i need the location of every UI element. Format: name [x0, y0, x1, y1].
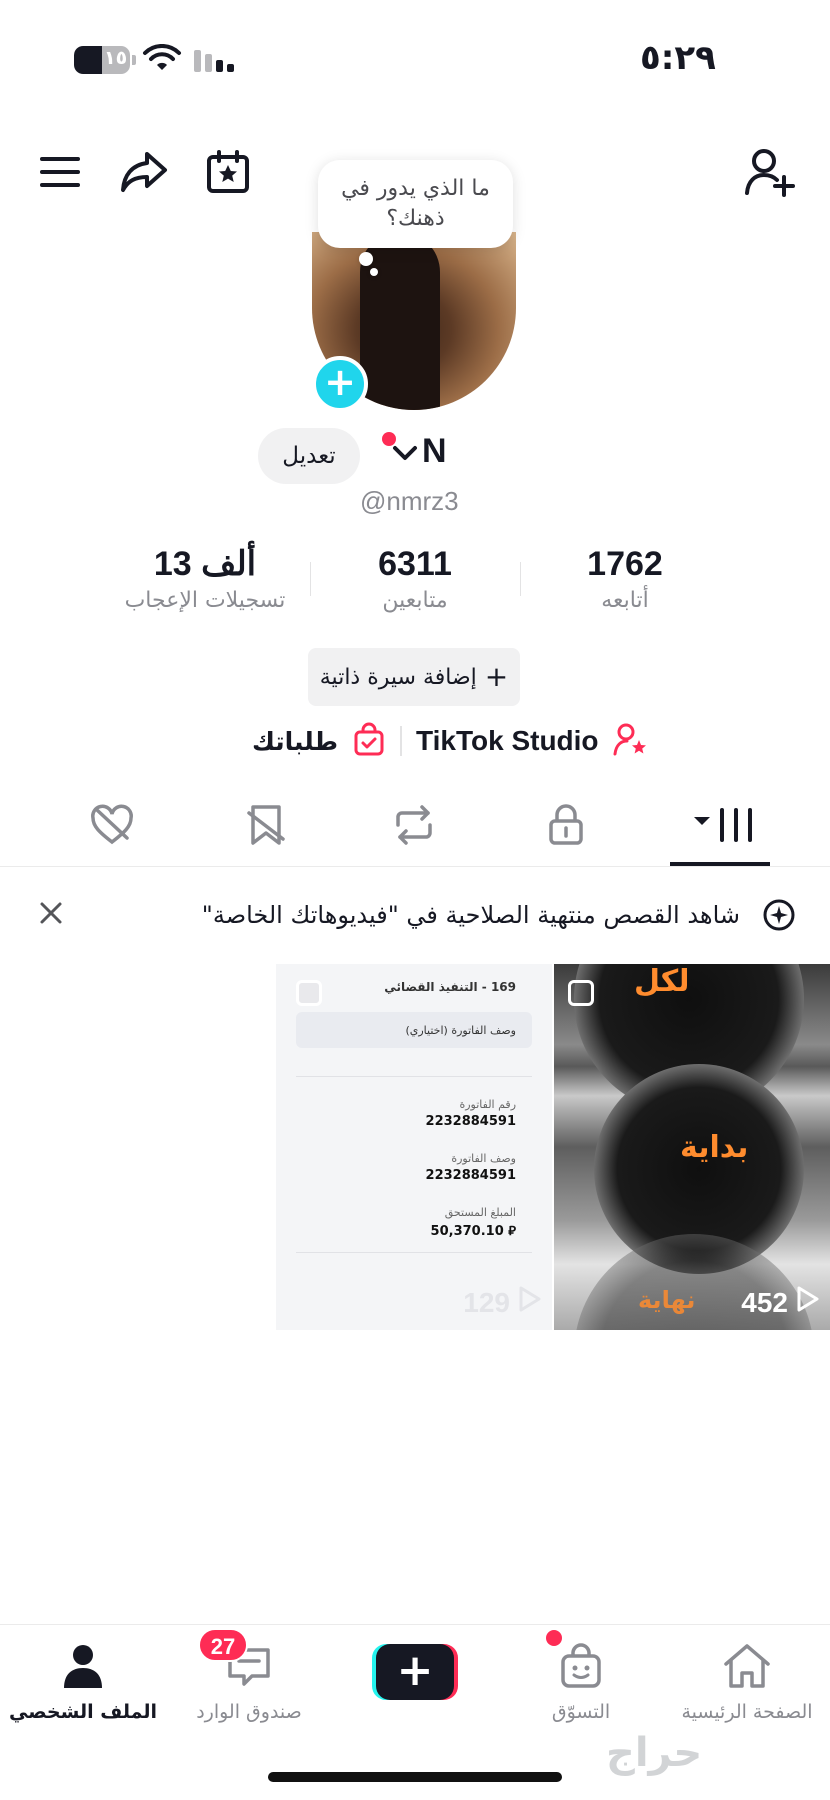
- share-icon[interactable]: [116, 144, 172, 200]
- doc-separator: [296, 1252, 532, 1253]
- create-button[interactable]: +: [372, 1644, 458, 1700]
- following-label: أتابعه: [601, 587, 649, 613]
- studio-label[interactable]: TikTok Studio: [416, 725, 599, 757]
- inbox-badge: 27: [198, 1628, 248, 1662]
- menu-icon[interactable]: [32, 144, 88, 200]
- creator-star-icon[interactable]: [613, 722, 649, 760]
- view-count: 452: [741, 1285, 820, 1320]
- views-number: 452: [741, 1286, 788, 1318]
- battery-nub: [132, 55, 136, 65]
- add-friend-icon[interactable]: [742, 144, 798, 200]
- doc-value: 2232884591: [425, 1168, 516, 1183]
- home-icon: [664, 1635, 830, 1697]
- grid-icon: [692, 805, 758, 849]
- nav-home-label: الصفحة الرئيسية: [681, 1701, 813, 1723]
- likes-label: تسجيلات الإعجاب: [124, 588, 286, 613]
- stat-divider: [519, 561, 521, 596]
- overlay-word: بداية: [680, 1130, 749, 1165]
- banner-text: شاهد القصص منتهية الصلاحية في "فيديوهاتك…: [201, 901, 740, 929]
- select-checkbox[interactable]: [296, 980, 322, 1006]
- home-indicator[interactable]: [268, 1772, 562, 1782]
- doc-header: 169 - التنفيذ القضائي: [384, 980, 516, 994]
- repost-icon: [390, 803, 438, 851]
- tab-private[interactable]: [526, 792, 606, 862]
- doc-value: 2232884591: [425, 1114, 516, 1129]
- plus-icon: +: [376, 1644, 454, 1700]
- bookmark-icon: [245, 803, 287, 851]
- doc-label: رقم الفاتورة: [459, 1098, 516, 1111]
- shop-notification-dot: [546, 1630, 562, 1646]
- overlay-word: نهاية: [638, 1286, 696, 1314]
- views-number: 129: [463, 1286, 510, 1318]
- profile-icon: [0, 1635, 166, 1697]
- edit-profile-button[interactable]: تعديل: [258, 428, 360, 484]
- stat-followers[interactable]: 6311 متابعين: [320, 545, 510, 613]
- username: @nmrz3: [360, 486, 459, 516]
- shopping-bag-icon: [498, 1635, 664, 1697]
- likes-count: 13 ألف: [153, 545, 257, 583]
- bubble-dot: [370, 268, 378, 276]
- stat-following[interactable]: 1762 أتابعه: [530, 545, 720, 613]
- doc-field-hint: وصف الفاتورة (اختياري): [405, 1024, 516, 1037]
- nav-shop-label: التسوّق: [551, 1701, 611, 1723]
- heart-icon: [89, 804, 135, 850]
- signal-icon: [194, 48, 238, 78]
- display-name[interactable]: N: [422, 432, 447, 471]
- stat-likes[interactable]: 13 ألف تسجيلات الإعجاب: [110, 544, 300, 613]
- doc-label: المبلغ المستحق: [444, 1206, 516, 1219]
- orders-label[interactable]: طلباتك: [252, 727, 338, 756]
- play-icon: [516, 1285, 542, 1320]
- calendar-star-icon[interactable]: [200, 144, 256, 200]
- following-count: 1762: [587, 544, 663, 583]
- overlay-word: لكل: [634, 964, 690, 999]
- doc-separator: [296, 1076, 532, 1077]
- play-icon: [794, 1285, 820, 1320]
- tab-liked[interactable]: [72, 792, 152, 862]
- followers-count: 6311: [378, 544, 452, 583]
- add-bio-label: إضافة سيرة ذاتية: [319, 664, 477, 690]
- nav-home[interactable]: الصفحة الرئيسية: [664, 1635, 830, 1723]
- tab-reposts[interactable]: [374, 792, 454, 862]
- nav-shop[interactable]: التسوّق: [498, 1635, 664, 1723]
- bubble-dot: [359, 252, 373, 266]
- video-thumbnail[interactable]: 169 - التنفيذ القضائي وصف الفاتورة (اختي…: [276, 964, 552, 1330]
- chevron-down-icon[interactable]: [392, 444, 418, 466]
- inbox-icon: [166, 1635, 332, 1697]
- wifi-icon: [142, 43, 182, 78]
- expired-stories-banner[interactable]: شاهد القصص منتهية الصلاحية في "فيديوهاتك…: [0, 880, 830, 950]
- battery-fill: [74, 46, 102, 74]
- video-thumbnail[interactable]: لكل بداية نهاية 452: [554, 964, 830, 1330]
- close-icon[interactable]: [36, 898, 66, 932]
- view-count: 129: [463, 1285, 542, 1320]
- add-story-button[interactable]: +: [312, 356, 368, 412]
- stat-divider: [309, 561, 311, 596]
- sparkle-icon: [762, 898, 796, 936]
- battery-level: ١٥: [104, 47, 128, 69]
- lock-icon: [546, 803, 586, 851]
- watermark-logo: حراج: [606, 1730, 703, 1776]
- stats-row: 13 ألف تسجيلات الإعجاب 6311 متابعين 1762…: [110, 544, 720, 614]
- battery-icon: ١٥: [74, 46, 130, 74]
- shopping-bag-check-icon[interactable]: [352, 722, 386, 760]
- row-divider: [400, 726, 403, 756]
- add-bio-button[interactable]: + إضافة سيرة ذاتية: [308, 648, 520, 706]
- nav-inbox[interactable]: صندوق الوارد: [166, 1635, 332, 1723]
- tab-divider: [0, 866, 830, 867]
- tab-videos[interactable]: [680, 792, 770, 862]
- status-time: ٥:٢٩: [640, 38, 716, 78]
- nav-inbox-label: صندوق الوارد: [196, 1701, 302, 1723]
- nav-profile[interactable]: الملف الشخصي: [0, 1635, 166, 1723]
- nav-profile-label: الملف الشخصي: [8, 1701, 157, 1723]
- doc-label: وصف الفاتورة: [451, 1152, 516, 1165]
- creator-links-row: طلباتك TikTok Studio: [252, 722, 649, 760]
- followers-label: متابعين: [382, 587, 448, 613]
- select-checkbox[interactable]: [568, 980, 594, 1006]
- tab-favorites[interactable]: [226, 792, 306, 862]
- doc-value: 50,370.10 ⃁: [430, 1224, 516, 1239]
- plus-icon: +: [484, 660, 509, 693]
- status-bubble[interactable]: ما الذي يدور في ذهنك؟: [318, 160, 513, 248]
